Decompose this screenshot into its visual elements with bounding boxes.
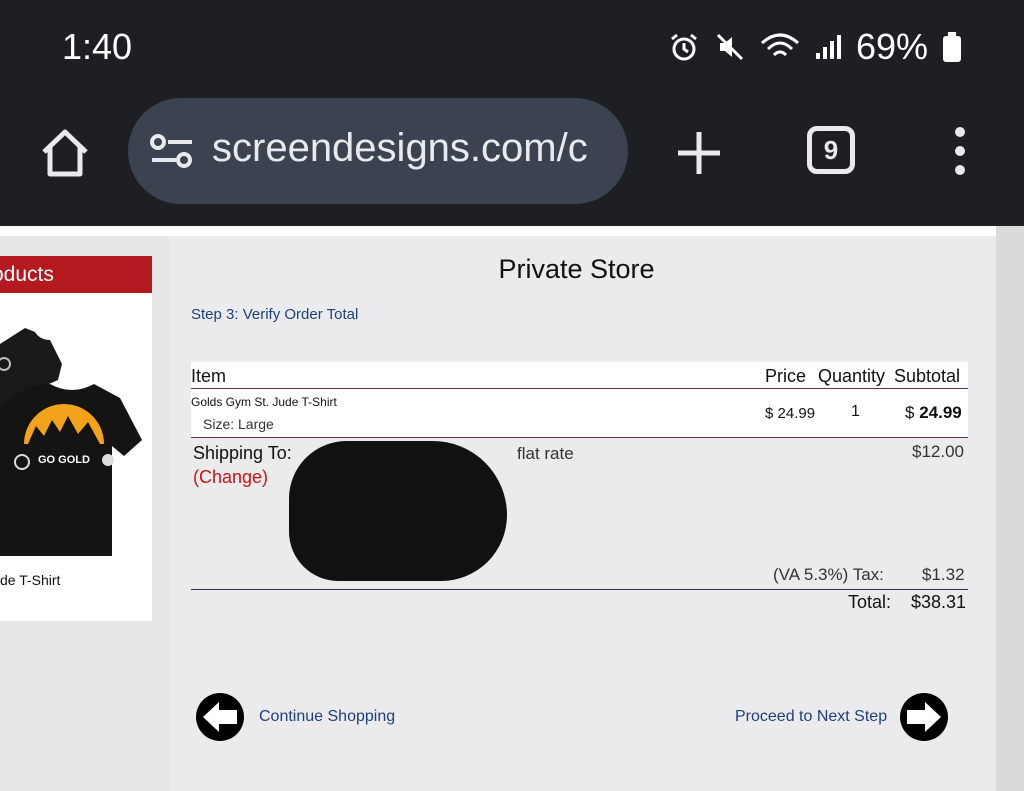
- mute-icon: [716, 33, 743, 61]
- url-text[interactable]: screendesigns.com/c: [212, 126, 588, 171]
- step-indicator: Step 3: Verify Order Total: [191, 306, 359, 323]
- wifi-icon: [760, 33, 799, 57]
- site-settings-icon[interactable]: [148, 130, 196, 172]
- order-table-header: Item Price Quantity Subtotal: [191, 362, 968, 389]
- total-label: Total:: [848, 592, 892, 612]
- product-name[interactable]: de T-Shirt: [0, 572, 60, 588]
- table-row: Golds Gym St. Jude T-Shirt Size: Large $…: [191, 389, 968, 438]
- total-amount: $38.31: [911, 592, 967, 612]
- status-bar: 1:40 69%: [0, 0, 1024, 96]
- item-name: Golds Gym St. Jude T-Shirt: [191, 395, 337, 409]
- arrow-left-icon[interactable]: [195, 692, 245, 742]
- svg-text:GO GOLD: GO GOLD: [38, 454, 90, 466]
- column-item: Item: [191, 366, 227, 386]
- item-size: Size: Large: [203, 416, 274, 432]
- item-quantity: 1: [851, 403, 860, 420]
- column-subtotal: Subtotal: [894, 366, 961, 386]
- battery-percent: 69%: [855, 26, 928, 67]
- item-subtotal: $ 24.99: [905, 403, 962, 423]
- total-divider: [191, 589, 968, 590]
- status-time: 1:40: [62, 26, 133, 67]
- continue-shopping-label[interactable]: Continue Shopping: [259, 708, 395, 726]
- shipping-method: flat rate: [517, 444, 574, 463]
- shipping-cost: $12.00: [912, 442, 964, 461]
- status-icons: 69%: [668, 26, 962, 68]
- battery-icon: [943, 32, 961, 62]
- shipping-label: Shipping To:: [193, 443, 292, 463]
- item-price: $ 24.99: [765, 405, 816, 422]
- next-step-button[interactable]: Proceed to Next Step: [735, 692, 949, 742]
- next-step-label[interactable]: Proceed to Next Step: [735, 708, 887, 726]
- checkout-panel: Private Store Step 3: Verify Order Total…: [169, 236, 996, 791]
- top-divider: [0, 226, 996, 236]
- browser-toolbar: screendesigns.com/c 9: [0, 96, 1024, 226]
- tab-switcher-button[interactable]: 9: [807, 126, 855, 174]
- new-tab-icon[interactable]: [676, 130, 722, 176]
- products-sidebar: oducts GO GOLD de T-Shirt: [0, 256, 152, 621]
- more-menu-icon[interactable]: [948, 126, 972, 176]
- tax-amount: $1.32: [922, 565, 965, 584]
- column-quantity: Quantity: [818, 366, 886, 386]
- tshirt-image[interactable]: GO GOLD: [0, 304, 145, 566]
- address-bar[interactable]: screendesigns.com/c: [128, 98, 628, 204]
- home-icon[interactable]: [38, 126, 92, 180]
- subtotal-value: 24.99: [919, 403, 962, 422]
- continue-shopping-button[interactable]: Continue Shopping: [195, 692, 395, 742]
- subtotal-currency: $: [905, 403, 915, 422]
- page-title: Private Store: [498, 254, 655, 284]
- alarm-icon: [671, 33, 697, 61]
- tax-label: (VA 5.3%) Tax:: [773, 565, 884, 584]
- page-shadow: [996, 226, 1024, 791]
- products-header: oducts: [0, 256, 152, 293]
- arrow-right-icon[interactable]: [899, 692, 949, 742]
- web-content: oducts GO GOLD de T-Shirt Private Store …: [0, 226, 1024, 791]
- redacted-address: [289, 441, 507, 581]
- signal-icon: [815, 35, 841, 59]
- column-price: Price: [765, 366, 807, 386]
- change-address-link[interactable]: (Change): [193, 467, 268, 488]
